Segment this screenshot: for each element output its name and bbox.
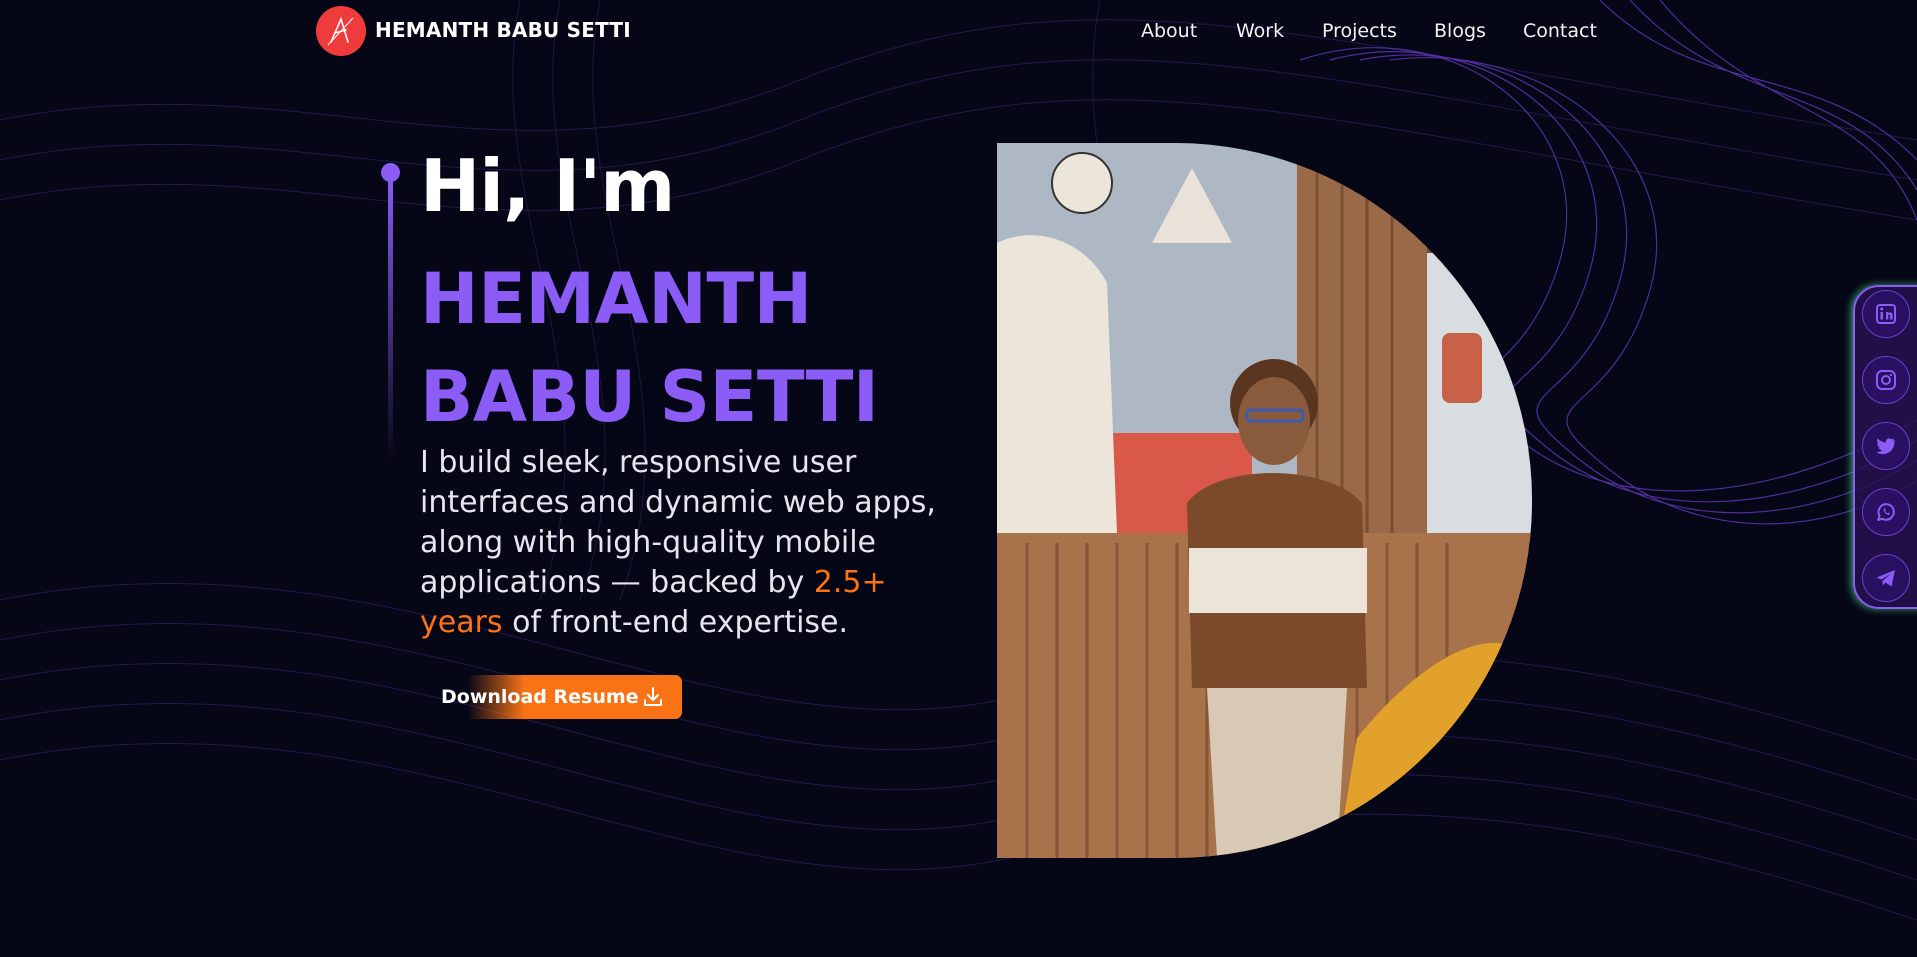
brand-name[interactable]: HEMANTH BABU SETTI (375, 18, 631, 42)
greeting-heading: Hi, I'm (420, 144, 675, 228)
linkedin-icon[interactable] (1862, 290, 1910, 338)
download-icon (644, 687, 662, 706)
signature-logo-icon[interactable] (316, 6, 366, 56)
download-resume-button[interactable]: Download Resume (420, 675, 682, 719)
nav-projects[interactable]: Projects (1322, 20, 1397, 42)
name-heading-line2: BABU SETTI (420, 356, 879, 438)
nav-contact[interactable]: Contact (1523, 20, 1597, 42)
whatsapp-icon[interactable] (1862, 488, 1910, 536)
timeline-line (388, 176, 393, 464)
telegram-icon[interactable] (1862, 554, 1910, 602)
name-heading-line1: HEMANTH (420, 258, 812, 340)
twitter-icon[interactable] (1862, 422, 1910, 470)
instagram-icon[interactable] (1862, 356, 1910, 404)
description-text-end: of front-end expertise. (502, 605, 849, 640)
nav-about[interactable]: About (1141, 20, 1197, 42)
download-resume-label: Download Resume (441, 686, 639, 708)
header: HEMANTH BABU SETTI About Work Projects B… (0, 0, 1917, 64)
nav-blogs[interactable]: Blogs (1434, 20, 1486, 42)
hero-description: I build sleek, responsive user interface… (420, 443, 960, 643)
page: HEMANTH BABU SETTI About Work Projects B… (0, 0, 1917, 957)
nav-work[interactable]: Work (1236, 20, 1284, 42)
